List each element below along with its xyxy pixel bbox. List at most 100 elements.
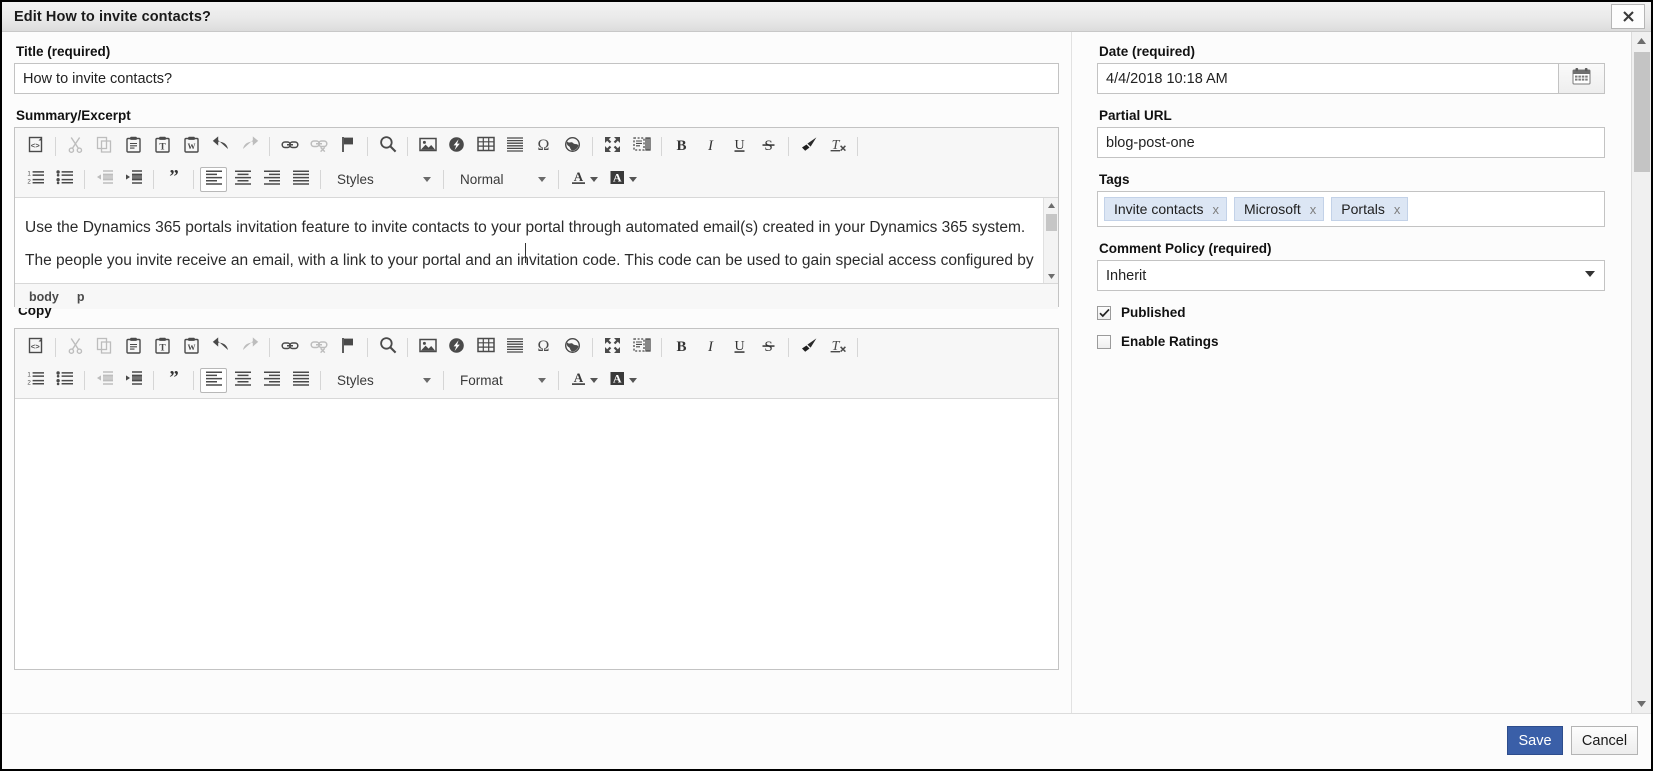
background-color-button[interactable]: A xyxy=(604,368,641,393)
source-button[interactable]: <> xyxy=(22,335,49,360)
format-dropdown[interactable]: Format xyxy=(451,368,551,393)
save-button[interactable]: Save xyxy=(1507,726,1563,755)
bold-button[interactable]: B xyxy=(668,134,695,159)
underline-button[interactable]: U xyxy=(726,335,753,360)
remove-format-button[interactable]: T xyxy=(824,335,851,360)
published-checkbox[interactable] xyxy=(1097,305,1111,320)
image-button[interactable] xyxy=(414,134,441,159)
paste-as-plain-text-button[interactable]: T xyxy=(149,335,176,360)
published-label[interactable]: Published xyxy=(1121,305,1186,320)
styles-dropdown[interactable]: Styles xyxy=(328,167,436,192)
tags-input-box[interactable]: Invite contacts x Microsoft x Portals x xyxy=(1097,191,1605,227)
horizontal-rule-button[interactable] xyxy=(501,134,528,159)
paste-from-word-button[interactable]: W xyxy=(178,335,205,360)
align-right-button[interactable] xyxy=(258,167,285,192)
date-input[interactable] xyxy=(1097,63,1558,94)
increase-indent-button[interactable] xyxy=(120,368,147,393)
copy-formatting-brush-button[interactable] xyxy=(795,134,822,159)
toolbar-separator xyxy=(857,338,858,357)
text-color-button[interactable]: A xyxy=(565,368,602,393)
partial-url-field-group: Partial URL xyxy=(1097,108,1605,158)
bold-button[interactable]: B xyxy=(668,335,695,360)
dialog-scrollbar[interactable] xyxy=(1631,32,1651,713)
scroll-up-button[interactable] xyxy=(1044,198,1058,212)
special-character-button[interactable]: Ω xyxy=(530,134,557,159)
blockquote-button[interactable]: ” xyxy=(160,166,187,192)
iframe-globe-button[interactable] xyxy=(559,134,586,159)
scrollbar-thumb[interactable] xyxy=(1046,214,1057,231)
title-input[interactable] xyxy=(14,63,1059,94)
text-color-button[interactable]: A xyxy=(565,167,602,192)
tag-remove-button[interactable]: x xyxy=(1394,202,1401,217)
align-left-button[interactable] xyxy=(200,368,227,393)
strikethrough-button[interactable]: S xyxy=(755,335,782,360)
calendar-button[interactable] xyxy=(1558,63,1605,94)
table-button[interactable] xyxy=(472,335,499,360)
align-right-button[interactable] xyxy=(258,368,285,393)
increase-indent-button[interactable] xyxy=(120,167,147,192)
justify-button[interactable] xyxy=(287,368,314,393)
comment-policy-select[interactable]: Inherit xyxy=(1097,260,1605,291)
summary-editor-scrollbar[interactable] xyxy=(1043,198,1058,283)
maximize-button[interactable] xyxy=(599,335,626,360)
search-button[interactable] xyxy=(374,134,401,159)
paste-button[interactable] xyxy=(120,335,147,360)
paste-from-word-button[interactable]: W xyxy=(178,134,205,159)
enable-ratings-label[interactable]: Enable Ratings xyxy=(1121,334,1219,349)
scroll-up-button[interactable] xyxy=(1632,32,1651,50)
underline-button[interactable]: U xyxy=(726,134,753,159)
bulleted-list-button[interactable] xyxy=(51,167,78,192)
styles-dropdown[interactable]: Styles xyxy=(328,368,436,393)
bulleted-list-button[interactable] xyxy=(51,368,78,393)
flash-button[interactable] xyxy=(443,335,470,360)
scroll-down-button[interactable] xyxy=(1044,269,1058,283)
tag-remove-button[interactable]: x xyxy=(1310,202,1317,217)
anchor-flag-button[interactable] xyxy=(334,335,361,360)
link-button[interactable] xyxy=(276,335,303,360)
elements-path-p[interactable]: p xyxy=(77,290,85,304)
copy-editable-area[interactable] xyxy=(15,399,1058,662)
paste-button[interactable] xyxy=(120,134,147,159)
partial-url-input[interactable] xyxy=(1097,127,1605,158)
italic-button[interactable]: I xyxy=(697,335,724,360)
image-button[interactable] xyxy=(414,335,441,360)
align-center-button[interactable] xyxy=(229,167,256,192)
elements-path-body[interactable]: body xyxy=(29,290,59,304)
undo-button[interactable] xyxy=(207,335,234,360)
toolbar-separator xyxy=(269,338,270,357)
source-button[interactable]: <> xyxy=(22,134,49,159)
justify-button[interactable] xyxy=(287,167,314,192)
copy-formatting-brush-button[interactable] xyxy=(795,335,822,360)
maximize-button[interactable] xyxy=(599,134,626,159)
summary-editable-area[interactable]: Use the Dynamics 365 portals invitation … xyxy=(15,198,1058,283)
close-button[interactable] xyxy=(1611,4,1645,29)
enable-ratings-checkbox[interactable] xyxy=(1097,334,1111,349)
align-left-button[interactable] xyxy=(200,167,227,192)
show-blocks-button[interactable] xyxy=(628,134,655,159)
paste-as-plain-text-button[interactable]: T xyxy=(149,134,176,159)
align-center-button[interactable] xyxy=(229,368,256,393)
cancel-button[interactable]: Cancel xyxy=(1571,726,1638,755)
table-button[interactable] xyxy=(472,134,499,159)
link-button[interactable] xyxy=(276,134,303,159)
scroll-down-button[interactable] xyxy=(1632,695,1651,713)
numbered-list-button[interactable]: 12 xyxy=(22,167,49,192)
undo-button[interactable] xyxy=(207,134,234,159)
special-character-button[interactable]: Ω xyxy=(530,335,557,360)
anchor-flag-button[interactable] xyxy=(334,134,361,159)
strikethrough-button[interactable]: S xyxy=(755,134,782,159)
iframe-globe-button[interactable] xyxy=(559,335,586,360)
numbered-list-button[interactable]: 12 xyxy=(22,368,49,393)
format-dropdown[interactable]: Normal xyxy=(451,167,551,192)
background-color-button[interactable]: A xyxy=(604,167,641,192)
remove-format-button[interactable]: T xyxy=(824,134,851,159)
scrollbar-thumb[interactable] xyxy=(1634,52,1650,172)
tag-label: Microsoft xyxy=(1244,201,1301,217)
tag-remove-button[interactable]: x xyxy=(1213,202,1220,217)
italic-button[interactable]: I xyxy=(697,134,724,159)
blockquote-button[interactable]: ” xyxy=(160,367,187,393)
show-blocks-button[interactable] xyxy=(628,335,655,360)
search-button[interactable] xyxy=(374,335,401,360)
flash-button[interactable] xyxy=(443,134,470,159)
horizontal-rule-button[interactable] xyxy=(501,335,528,360)
